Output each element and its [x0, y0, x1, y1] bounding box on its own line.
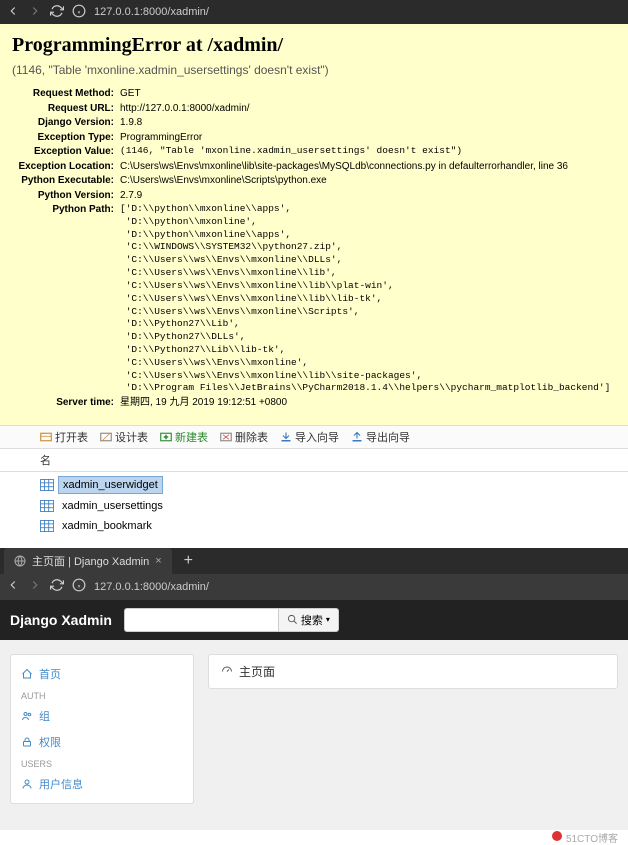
value-python-executable: C:\Users\ws\Envs\mxonline\Scripts\python… — [120, 174, 327, 188]
label-django-version: Django Version: — [12, 116, 120, 130]
label-server-time: Server time: — [12, 396, 120, 410]
reload-icon[interactable] — [50, 4, 64, 21]
value-django-version: 1.9.8 — [120, 116, 142, 130]
search-button[interactable]: 搜索 ▾ — [278, 608, 339, 632]
error-subtitle: (1146, "Table 'mxonline.xadmin_usersetti… — [12, 63, 616, 77]
globe-icon — [14, 555, 26, 567]
import-wizard-button[interactable]: 导入向导 — [280, 429, 339, 445]
value-python-version: 2.7.9 — [120, 189, 142, 203]
forward-icon[interactable] — [28, 4, 42, 21]
new-table-button[interactable]: 新建表 — [160, 429, 208, 445]
info-icon[interactable] — [72, 4, 86, 21]
lock-icon — [21, 736, 33, 748]
reload-icon[interactable] — [50, 578, 64, 595]
chevron-down-icon: ▾ — [326, 615, 330, 624]
browser2-window: 主页面 | Django Xadmin × + 127.0.0.1:8000/x… — [0, 548, 628, 830]
browser2-tabstrip: 主页面 | Django Xadmin × + — [0, 548, 628, 574]
sidebar-section-users: USERS — [11, 755, 193, 771]
browser2-tab[interactable]: 主页面 | Django Xadmin × — [4, 548, 172, 574]
sidebar-item-userinfo[interactable]: 用户信息 — [11, 771, 193, 797]
table-icon — [40, 520, 54, 532]
table-icon — [40, 500, 54, 512]
label-exception-type: Exception Type: — [12, 131, 120, 145]
db-column-header: 名 — [0, 449, 628, 472]
label-request-method: Request Method: — [12, 87, 120, 101]
back-icon[interactable] — [6, 578, 20, 595]
value-python-path: ['D:\\python\\mxonline\\apps', 'D:\\pyth… — [120, 203, 610, 395]
forward-icon[interactable] — [28, 578, 42, 595]
xadmin-content: 主页面 — [208, 654, 618, 804]
export-wizard-button[interactable]: 导出向导 — [351, 429, 410, 445]
dashboard-panel-header: 主页面 — [208, 654, 618, 689]
search-input[interactable] — [124, 608, 278, 632]
xadmin-sidebar: 首页 AUTH 组 权限 USERS 用户信息 — [10, 654, 194, 804]
open-table-button[interactable]: 打开表 — [40, 429, 88, 445]
table-row[interactable]: xadmin_userwidget — [40, 474, 628, 496]
table-name: xadmin_usersettings — [58, 498, 167, 514]
browser1-toolbar: 127.0.0.1:8000/xadmin/ — [0, 0, 628, 24]
xadmin-brand[interactable]: Django Xadmin — [10, 612, 112, 628]
value-exception-type: ProgrammingError — [120, 131, 202, 145]
info-icon[interactable] — [72, 578, 86, 595]
label-python-path: Python Path: — [12, 203, 120, 395]
user-icon — [21, 778, 33, 790]
value-exception-value: (1146, "Table 'mxonline.xadmin_usersetti… — [120, 145, 462, 159]
django-error-page: ProgrammingError at /xadmin/ (1146, "Tab… — [0, 24, 628, 425]
label-exception-value: Exception Value: — [12, 145, 120, 159]
gauge-icon — [221, 665, 233, 677]
sidebar-item-home[interactable]: 首页 — [11, 661, 193, 687]
value-request-url: http://127.0.0.1:8000/xadmin/ — [120, 102, 250, 116]
home-icon — [21, 668, 33, 680]
error-title: ProgrammingError at /xadmin/ — [12, 34, 616, 57]
browser2-url[interactable]: 127.0.0.1:8000/xadmin/ — [94, 581, 209, 593]
panel-title: 主页面 — [239, 663, 275, 680]
label-python-executable: Python Executable: — [12, 174, 120, 188]
search-icon — [287, 614, 298, 625]
table-icon — [40, 479, 54, 491]
error-details: Request Method:GET Request URL:http://12… — [12, 87, 616, 410]
db-toolbar: 打开表 设计表 新建表 删除表 导入向导 导出向导 — [0, 425, 628, 449]
delete-table-button[interactable]: 删除表 — [220, 429, 268, 445]
sidebar-item-group[interactable]: 组 — [11, 703, 193, 729]
table-row[interactable]: xadmin_usersettings — [40, 496, 628, 516]
label-python-version: Python Version: — [12, 189, 120, 203]
new-tab-button[interactable]: + — [178, 552, 199, 570]
logo-icon — [551, 830, 563, 842]
value-exception-location: C:\Users\ws\Envs\mxonline\lib\site-packa… — [120, 160, 568, 174]
watermark: 51CTO博客 — [0, 830, 628, 845]
design-table-button[interactable]: 设计表 — [100, 429, 148, 445]
sidebar-section-auth: AUTH — [11, 687, 193, 703]
value-server-time: 星期四, 19 九月 2019 19:12:51 +0800 — [120, 396, 287, 410]
label-request-url: Request URL: — [12, 102, 120, 116]
label-exception-location: Exception Location: — [12, 160, 120, 174]
sidebar-item-permission[interactable]: 权限 — [11, 729, 193, 755]
xadmin-header: Django Xadmin 搜索 ▾ — [0, 600, 628, 640]
browser2-addressbar: 127.0.0.1:8000/xadmin/ — [0, 574, 628, 600]
back-icon[interactable] — [6, 4, 20, 21]
browser1-url[interactable]: 127.0.0.1:8000/xadmin/ — [94, 6, 209, 18]
xadmin-body: 首页 AUTH 组 权限 USERS 用户信息 主页面 — [0, 640, 628, 830]
table-name: xadmin_userwidget — [58, 476, 163, 494]
close-icon[interactable]: × — [155, 555, 161, 567]
browser2-tab-title: 主页面 | Django Xadmin — [32, 553, 149, 569]
value-request-method: GET — [120, 87, 141, 101]
db-table-list: xadmin_userwidget xadmin_usersettings xa… — [0, 472, 628, 544]
table-name: xadmin_bookmark — [58, 518, 156, 534]
search-form: 搜索 ▾ — [124, 608, 339, 632]
table-row[interactable]: xadmin_bookmark — [40, 516, 628, 536]
users-icon — [21, 710, 33, 722]
